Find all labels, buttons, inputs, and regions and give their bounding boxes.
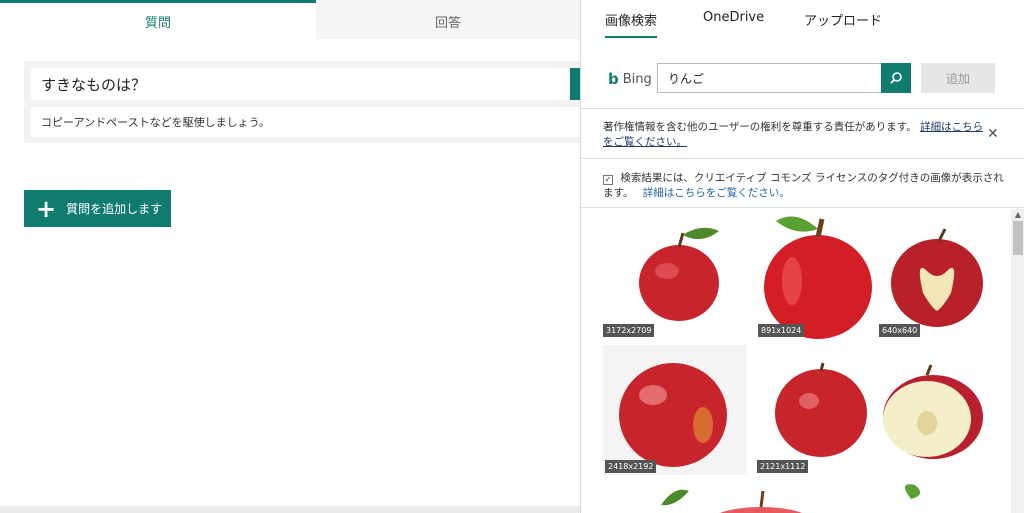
image-insert-panel: 画像検索 OneDrive アップロード b Bing りんご 追加 著作権情報…: [580, 0, 1024, 513]
search-button[interactable]: [881, 63, 911, 93]
image-size-label: 891x1024: [758, 324, 805, 337]
cc-filter: ✓ 検索結果には、クリエイティブ コモンズ ライセンスのタグ付きの画像が表示され…: [603, 171, 1013, 201]
question-card: すきなものは？ コピーアンドペーストなどを駆使しましょう。: [24, 61, 580, 143]
bing-icon: b: [608, 70, 619, 88]
tab-responses[interactable]: 回答: [316, 0, 580, 39]
cc-checkbox[interactable]: ✓: [603, 175, 613, 185]
image-result[interactable]: 640x640: [877, 211, 1005, 339]
bing-logo: b Bing: [608, 70, 652, 88]
search-input[interactable]: りんご: [657, 63, 882, 93]
scrollbar[interactable]: ▲: [1011, 209, 1024, 513]
image-result[interactable]: 2418x2192: [603, 345, 747, 475]
insert-image-button[interactable]: [570, 68, 580, 100]
apple-image: [891, 228, 983, 327]
image-result[interactable]: 3172x2709: [601, 211, 751, 339]
image-size-label: 3172x2709: [603, 324, 655, 337]
image-results: 3172x2709 891x1024 640x640 2418x2192 212…: [581, 209, 1009, 513]
image-size-label: 640x640: [879, 324, 921, 337]
divider: [581, 207, 1024, 208]
add-button[interactable]: 追加: [921, 63, 995, 93]
apple-image: [661, 484, 921, 513]
apple-image: [619, 363, 727, 467]
plus-icon: +: [36, 194, 57, 223]
notice-text: 著作権情報を含む他のユーザーの権利を尊重する責任があります。: [603, 121, 917, 133]
form-editor: 質問 回答 すきなものは？ コピーアンドペーストなどを駆使しましょう。 + 質問…: [0, 0, 580, 513]
question-title-input[interactable]: すきなものは？: [31, 68, 573, 100]
tab-questions[interactable]: 質問: [0, 0, 316, 39]
cc-link[interactable]: 詳細はこちらをご覧ください。: [643, 187, 790, 199]
add-question-button[interactable]: + 質問を追加します: [24, 190, 171, 227]
add-question-label: 質問を追加します: [66, 202, 163, 216]
apple-image: [775, 362, 983, 459]
divider: [581, 108, 1024, 109]
tab-image-search[interactable]: 画像検索: [605, 10, 658, 38]
close-icon[interactable]: ✕: [987, 126, 999, 142]
question-subtitle-input[interactable]: コピーアンドペーストなどを駆使しましょう。: [31, 107, 580, 137]
tab-upload[interactable]: アップロード: [804, 10, 882, 29]
scroll-thumb[interactable]: [1013, 221, 1023, 255]
copyright-notice: 著作権情報を含む他のユーザーの権利を尊重する責任があります。 詳細はこちらをご覧…: [603, 120, 988, 150]
apple-image: [639, 227, 719, 321]
panel-tabs: 画像検索 OneDrive アップロード: [581, 0, 1024, 38]
search-icon: [890, 72, 902, 84]
bing-label: Bing: [622, 71, 652, 87]
form-tabs: 質問 回答: [0, 0, 580, 39]
image-result[interactable]: 2121x1112: [755, 345, 1005, 475]
tab-onedrive[interactable]: OneDrive: [703, 10, 764, 25]
divider: [581, 158, 1024, 159]
image-result[interactable]: 891x1024: [756, 211, 876, 339]
scroll-up-icon[interactable]: ▲: [1011, 209, 1024, 221]
apple-image: [764, 216, 872, 339]
image-size-label: 2418x2192: [605, 460, 657, 473]
image-size-label: 2121x1112: [757, 460, 809, 473]
form-body: すきなものは？ コピーアンドペーストなどを駆使しましょう。 + 質問を追加します: [0, 39, 580, 506]
image-result[interactable]: [611, 481, 1001, 513]
